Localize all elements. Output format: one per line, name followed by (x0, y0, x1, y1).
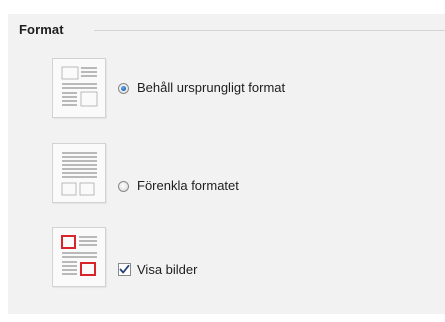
simplify-format-radio[interactable] (118, 181, 129, 192)
group-separator (94, 30, 445, 31)
simplify-format-label[interactable]: Förenkla formatet (137, 178, 239, 193)
format-group-title: Format (19, 22, 64, 37)
simplify-format-icon (52, 143, 106, 203)
show-images-label[interactable]: Visa bilder (137, 262, 197, 277)
keep-format-label[interactable]: Behåll ursprungligt format (137, 80, 285, 95)
show-images-checkbox[interactable] (118, 263, 131, 276)
show-images-icon (52, 227, 106, 287)
radio-selected-dot (121, 86, 126, 91)
keep-format-radio[interactable] (118, 83, 129, 94)
keep-source-format-icon (52, 58, 106, 118)
checkmark-icon (119, 264, 130, 274)
